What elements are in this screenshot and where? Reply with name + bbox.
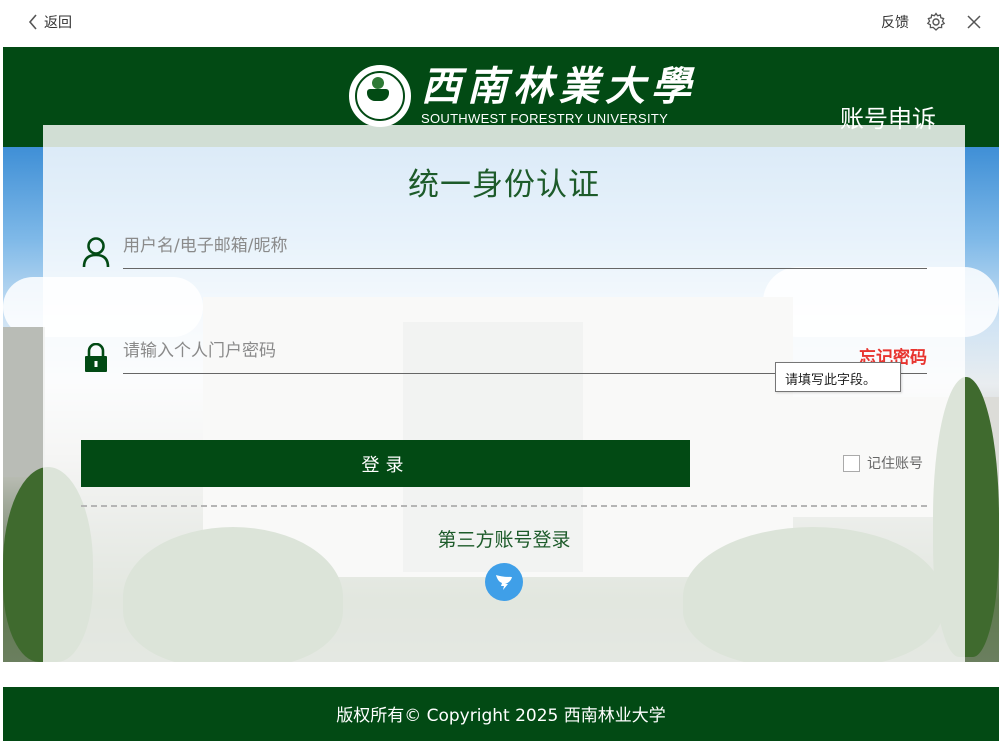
logo-chinese-name: 西南林業大學 xyxy=(421,63,697,110)
dingtalk-login-icon[interactable] xyxy=(485,563,523,601)
university-logo: 西南林業大學 SOUTHWEST FORESTRY UNIVERSITY xyxy=(349,65,697,127)
remember-account-checkbox[interactable]: 记住账号 xyxy=(843,453,923,473)
validation-tooltip: 请填写此字段。 xyxy=(775,362,901,392)
third-party-login-label: 第三方账号登录 xyxy=(437,529,571,551)
checkbox-box[interactable] xyxy=(843,454,860,472)
close-icon[interactable] xyxy=(963,11,985,33)
username-input[interactable] xyxy=(123,231,823,261)
footer: 版权所有© Copyright 2025 西南林业大学 xyxy=(3,687,999,741)
remember-account-label: 记住账号 xyxy=(867,456,923,472)
window-titlebar: 返回 反馈 xyxy=(0,0,999,44)
password-input[interactable] xyxy=(123,336,823,366)
logo-english-name: SOUTHWEST FORESTRY UNIVERSITY xyxy=(421,111,669,126)
page-title: 统一身份认证 xyxy=(408,167,600,203)
login-button[interactable]: 登录 xyxy=(81,440,690,487)
user-icon xyxy=(81,234,111,268)
username-field xyxy=(82,225,927,269)
login-card: 统一身份认证 忘记密码 请填写此字段。 登录 记住账号 第三方账号登录 xyxy=(43,125,965,662)
login-page: 西南林業大學 SOUTHWEST FORESTRY UNIVERSITY 账号申… xyxy=(3,47,999,662)
dashed-divider xyxy=(81,505,927,507)
feedback-button[interactable]: 反馈 xyxy=(881,12,909,32)
university-seal-icon xyxy=(349,65,411,127)
copyright-text: 版权所有© Copyright 2025 西南林业大学 xyxy=(336,706,666,726)
back-button[interactable]: 返回 xyxy=(28,12,72,32)
chevron-left-icon xyxy=(28,14,37,30)
back-label: 返回 xyxy=(44,15,72,31)
gear-icon[interactable] xyxy=(925,11,947,33)
lock-icon xyxy=(81,339,111,373)
